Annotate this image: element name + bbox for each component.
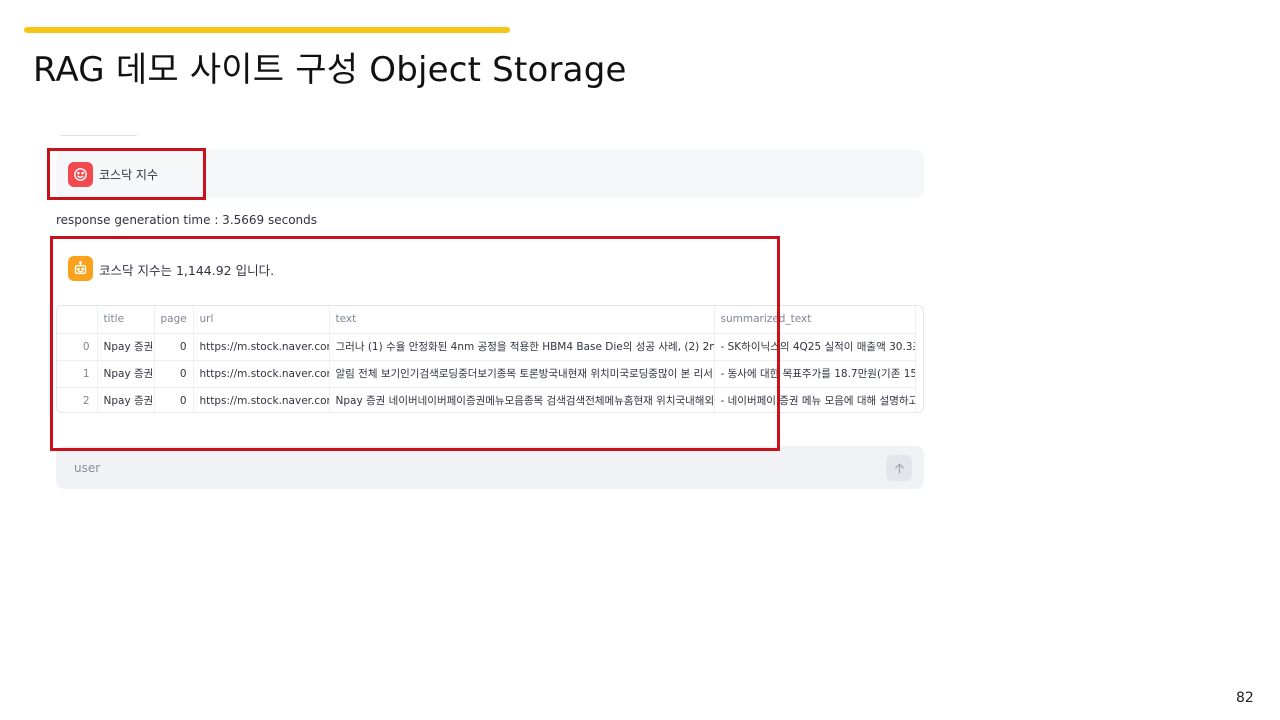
- divider: [60, 135, 137, 136]
- page-number: 82: [1236, 690, 1254, 706]
- cell-summarized-text[interactable]: - 동사에 대한 목표주가를 18.7만원(기존 15.5만: [714, 360, 916, 388]
- cell-summarized-text[interactable]: - 네이버페이 증권 메뉴 모음에 대해 설명하고: [714, 387, 916, 412]
- table-row[interactable]: 1 Npay 증권 0 https://m.stock.naver.com/ 알…: [57, 360, 916, 388]
- chat-input-bar: [56, 446, 924, 489]
- cell-page[interactable]: 0: [154, 333, 194, 361]
- cell-text[interactable]: 알림 전체 보기인기검색로딩중더보기종목 토론방국내현재 위치미국로딩중많이 본…: [329, 360, 715, 388]
- cell-title[interactable]: Npay 증권: [97, 387, 155, 412]
- user-chat-message: 코스닥 지수: [56, 150, 924, 198]
- user-message-text: 코스닥 지수: [99, 168, 159, 182]
- response-time-text: response generation time : 3.5669 second…: [56, 213, 318, 227]
- table-header-row: title page url text summarized_text: [57, 306, 916, 334]
- arrow-up-icon: [894, 463, 904, 473]
- chat-input[interactable]: [74, 458, 854, 478]
- cell-summarized-text[interactable]: - SK하이닉스의 4Q25 실적이 매출액 30.3조원: [714, 333, 916, 361]
- assistant-message-text: 코스닥 지수는 1,144.92 입니다.: [99, 263, 275, 278]
- slide-title: RAG 데모 사이트 구성 Object Storage: [33, 50, 627, 90]
- cell-page[interactable]: 0: [154, 360, 194, 388]
- table-row[interactable]: 2 Npay 증권 0 https://m.stock.naver.com/ N…: [57, 387, 916, 412]
- cell-page[interactable]: 0: [154, 387, 194, 412]
- column-header-summarized-text[interactable]: summarized_text: [714, 306, 916, 334]
- row-index: 2: [57, 387, 98, 412]
- assistant-chat-message: 코스닥 지수는 1,144.92 입니다.: [56, 244, 924, 294]
- cell-url[interactable]: https://m.stock.naver.com/: [193, 360, 330, 388]
- send-button[interactable]: [886, 455, 912, 481]
- cell-url[interactable]: https://m.stock.naver.com/: [193, 387, 330, 412]
- robot-icon: [68, 256, 93, 281]
- column-header-page[interactable]: page: [154, 306, 194, 334]
- row-index: 0: [57, 333, 98, 361]
- column-header-title[interactable]: title: [97, 306, 155, 334]
- column-header-url[interactable]: url: [193, 306, 330, 334]
- row-index: 1: [57, 360, 98, 388]
- cell-text[interactable]: Npay 증권 네이버네이버페이증권메뉴모음종목 검색검색전체메뉴홈현재 위치국…: [329, 387, 715, 412]
- cell-url[interactable]: https://m.stock.naver.com/: [193, 333, 330, 361]
- title-accent-bar: [24, 27, 510, 33]
- cell-text[interactable]: 그러나 (1) 수율 안정화된 4nm 공정을 적용한 HBM4 Base Di…: [329, 333, 715, 361]
- cell-title[interactable]: Npay 증권: [97, 360, 155, 388]
- dataframe-table[interactable]: title page url text summarized_text 0 Np…: [56, 305, 924, 413]
- column-header-text[interactable]: text: [329, 306, 715, 334]
- table-row[interactable]: 0 Npay 증권 0 https://m.stock.naver.com/ 그…: [57, 333, 916, 361]
- cell-title[interactable]: Npay 증권: [97, 333, 155, 361]
- smile-face-icon: [68, 162, 93, 187]
- column-header-index[interactable]: [57, 306, 98, 334]
